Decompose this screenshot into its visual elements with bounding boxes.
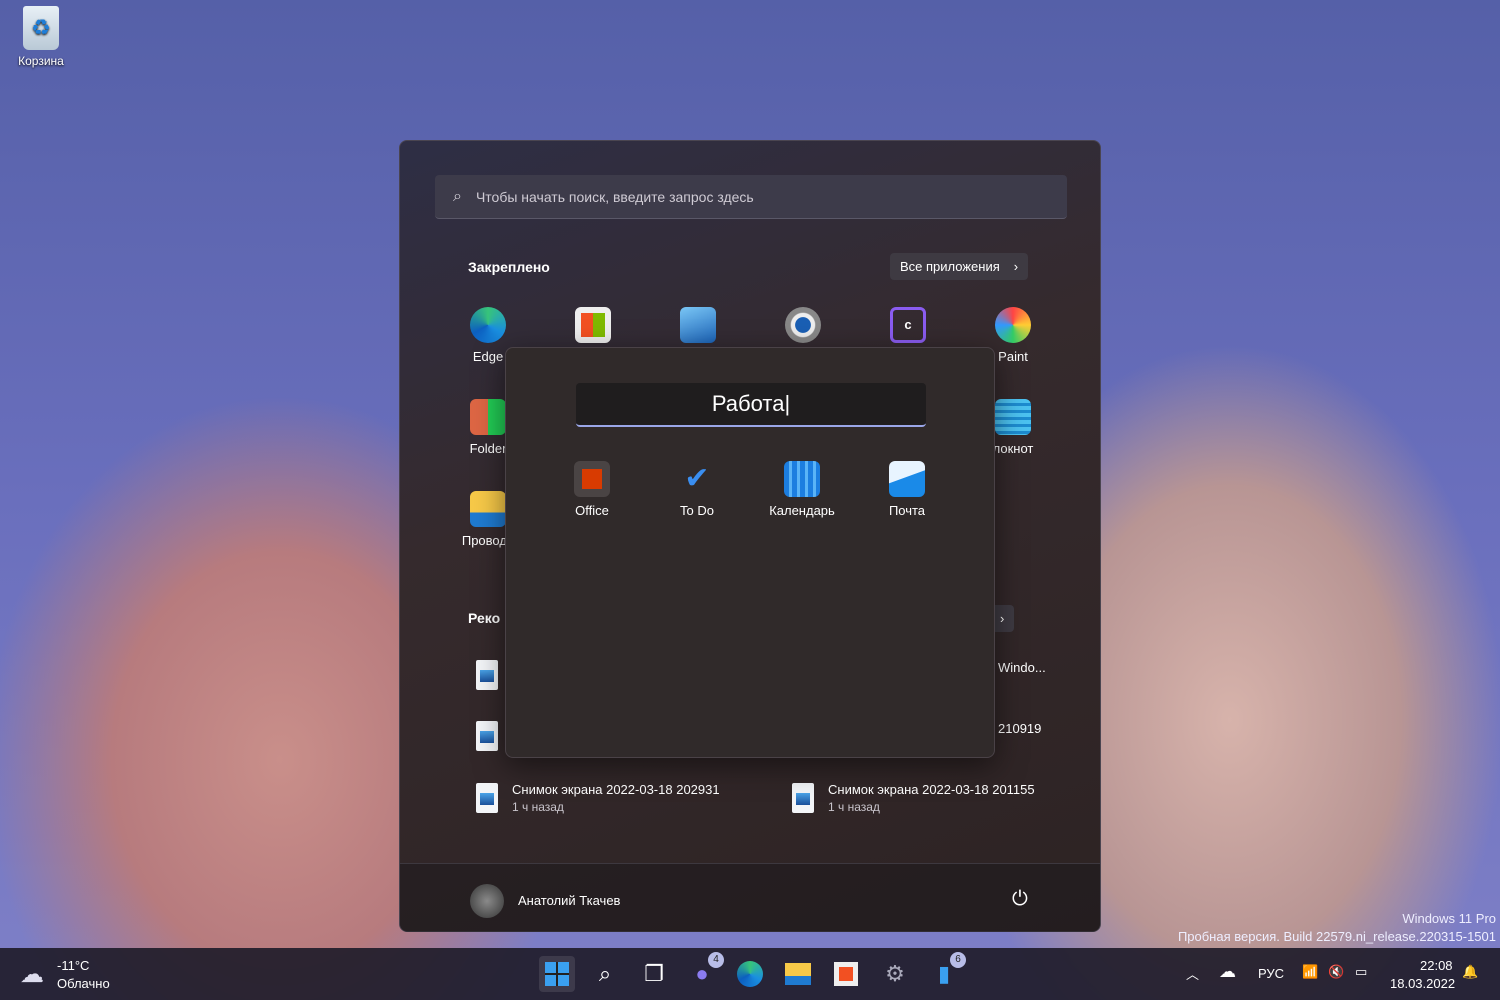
watermark-build: Пробная версия. Build 22579.ni_release.2… xyxy=(1177,929,1496,944)
search-input[interactable]: ⌕ Чтобы начать поиск, введите запрос здес… xyxy=(435,175,1067,219)
recommended-item[interactable]: 210919 xyxy=(998,721,1041,736)
pinned-store[interactable] xyxy=(558,307,628,349)
avatar[interactable] xyxy=(470,884,504,918)
folder-icon xyxy=(785,963,811,985)
image-file-icon xyxy=(476,783,498,813)
mail-icon xyxy=(889,461,925,497)
chat-icon: ● xyxy=(695,961,709,986)
volume-muted-icon[interactable]: 🔇 xyxy=(1328,964,1344,980)
taskbar: ☁ -11°C Облачно ⌕ ❐ ● 4 ⚙ ▮ 6 ︿ ☁ РУС 📶 🔇 … xyxy=(0,948,1500,1000)
pinned-settings[interactable] xyxy=(768,307,838,349)
language-indicator[interactable]: РУС xyxy=(1258,966,1284,981)
chevron-up-icon[interactable]: ︿ xyxy=(1186,964,1199,983)
windows-icon xyxy=(545,962,569,986)
calendar-icon xyxy=(784,461,820,497)
recommended-item[interactable] xyxy=(476,660,498,690)
search-button[interactable]: ⌕ xyxy=(587,956,623,992)
recycle-bin-icon: ♻ xyxy=(23,6,59,50)
power-icon[interactable]: ⏻ xyxy=(1012,888,1028,911)
checkmark-icon: ✔ xyxy=(684,462,710,495)
gear-icon: ⚙ xyxy=(885,961,905,986)
folder-popup: Работа| Office ✔ To Do Календарь Почта xyxy=(505,347,995,758)
clipchamp-icon: c xyxy=(890,307,926,343)
cloud-icon[interactable]: ☁ xyxy=(20,960,44,989)
chevron-right-icon: › xyxy=(1013,259,1019,274)
folder-app-calendar[interactable]: Календарь xyxy=(767,461,837,518)
watermark-edition: Windows 11 Pro xyxy=(1402,911,1496,926)
teams-chat-button[interactable]: ● 4 xyxy=(684,952,724,992)
weather-condition[interactable]: Облачно xyxy=(57,976,110,991)
folder-name-input[interactable]: Работа| xyxy=(576,383,926,427)
all-apps-button[interactable]: Все приложения › xyxy=(890,253,1029,280)
photos-icon xyxy=(680,307,716,343)
task-view-icon: ❐ xyxy=(644,961,664,986)
search-icon: ⌕ xyxy=(453,187,462,205)
user-name[interactable]: Анатолий Ткачев xyxy=(518,893,620,908)
store-taskbar-button[interactable] xyxy=(828,956,864,992)
clock-date[interactable]: 18.03.2022 xyxy=(1390,976,1455,991)
pinned-photos[interactable] xyxy=(663,307,733,349)
recommended-item[interactable]: Windo... xyxy=(998,660,1046,675)
phone-icon: ▮ xyxy=(937,961,951,986)
folder-app-mail[interactable]: Почта xyxy=(872,461,942,518)
start-button[interactable] xyxy=(539,956,575,992)
edge-icon xyxy=(737,961,763,987)
battery-icon[interactable]: ▭ xyxy=(1355,964,1367,980)
weather-temp[interactable]: -11°C xyxy=(57,958,89,973)
phone-taskbar-button[interactable]: ▮ 6 xyxy=(926,952,966,992)
notepad-icon xyxy=(995,399,1031,435)
edge-taskbar-button[interactable] xyxy=(732,956,768,992)
clock-time[interactable]: 22:08 xyxy=(1420,958,1453,973)
folder-app-office[interactable]: Office xyxy=(557,461,627,518)
folder-apps-icon xyxy=(470,399,506,435)
gear-icon xyxy=(785,307,821,343)
explorer-taskbar-button[interactable] xyxy=(780,956,816,992)
recommended-item[interactable] xyxy=(476,721,498,751)
notification-bell-icon[interactable]: 🔔 xyxy=(1462,964,1478,980)
task-view-button[interactable]: ❐ xyxy=(636,956,672,992)
recommended-item[interactable]: Снимок экрана 2022-03-18 202931 1 ч назад xyxy=(476,782,720,814)
store-icon xyxy=(575,307,611,343)
office-icon xyxy=(574,461,610,497)
image-file-icon xyxy=(792,783,814,813)
chevron-right-icon: › xyxy=(1000,611,1005,626)
file-explorer-icon xyxy=(470,491,506,527)
wifi-icon[interactable]: 📶 xyxy=(1302,964,1318,980)
image-file-icon xyxy=(476,721,498,751)
recycle-bin[interactable]: ♻ Корзина xyxy=(8,6,74,68)
image-file-icon xyxy=(476,660,498,690)
settings-taskbar-button[interactable]: ⚙ xyxy=(877,956,913,992)
recommended-item[interactable]: Снимок экрана 2022-03-18 201155 1 ч назад xyxy=(792,782,1035,814)
edge-icon xyxy=(470,307,506,343)
pinned-clipchamp[interactable]: c xyxy=(873,307,943,349)
start-footer: Анатолий Ткачев ⏻ xyxy=(400,863,1100,932)
search-icon: ⌕ xyxy=(598,961,612,986)
paint-icon xyxy=(995,307,1031,343)
folder-app-todo[interactable]: ✔ To Do xyxy=(662,461,732,518)
onedrive-icon[interactable]: ☁ xyxy=(1219,962,1236,982)
store-icon xyxy=(834,962,858,986)
pinned-heading: Закреплено xyxy=(468,259,550,275)
recommended-heading: Реко xyxy=(468,610,501,626)
